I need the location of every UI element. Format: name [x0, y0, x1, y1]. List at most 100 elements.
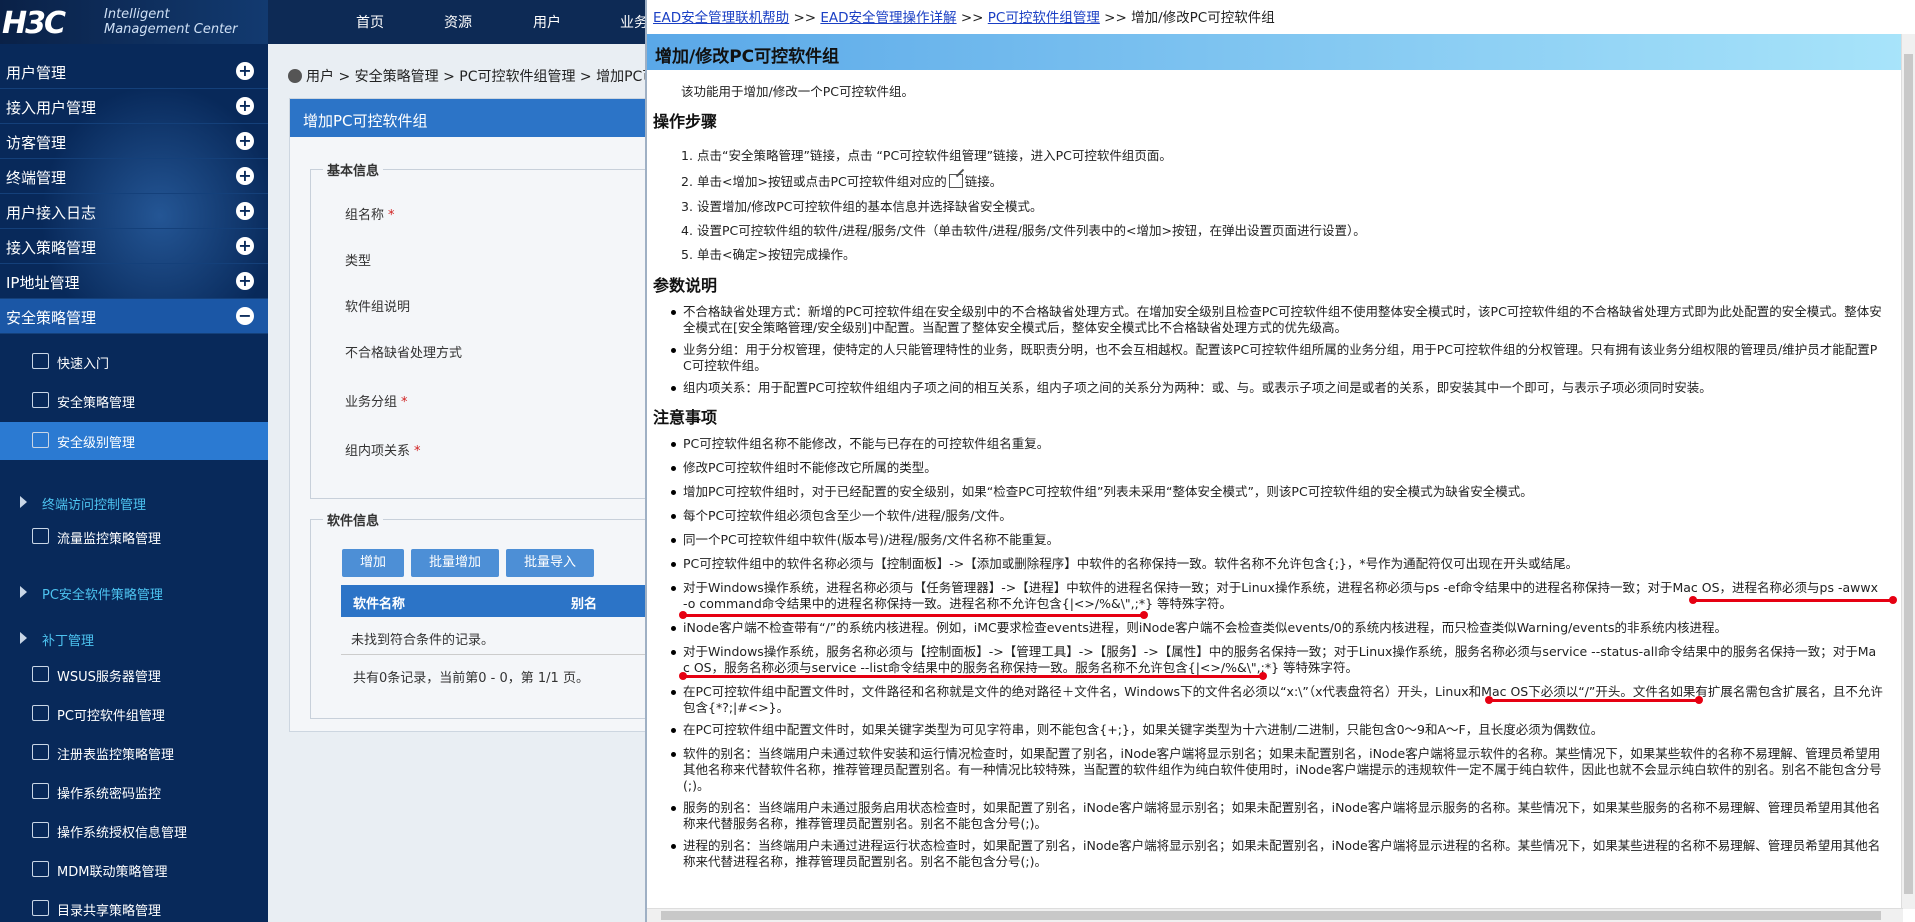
- help-title: 增加/修改PC可控软件组: [655, 47, 840, 67]
- sidebar-sub-quickstart[interactable]: 快速入门: [0, 343, 268, 381]
- topnav-user[interactable]: 用户: [533, 12, 561, 32]
- param-item: 业务分组：用于分权管理，使特定的人只能管理特性的业务，既职责分明，也不会互相越权…: [671, 342, 1893, 374]
- help-vertical-scrollbar[interactable]: [1901, 34, 1915, 909]
- note-text: 对于Windows操作系统，进程名称必须与【任务管理器】->【进程】中软件的进程…: [683, 580, 1878, 611]
- logo-line2: Management Center: [104, 22, 238, 37]
- expand-arrow-icon[interactable]: [20, 586, 27, 598]
- param-item: 组内项关系：用于配置PC可控软件组组内子项之间的相互关系，组内子项之间的关系分为…: [671, 380, 1893, 396]
- col-software-name[interactable]: 软件名称: [353, 593, 405, 612]
- plus-icon[interactable]: +: [236, 272, 254, 290]
- annotation-dot: [1889, 596, 1897, 604]
- help-window: EAD安全管理联机帮助 >> EAD安全管理操作详解 >> PC可控软件组管理 …: [645, 0, 1915, 922]
- sidebar-item-guest[interactable]: 访客管理 +: [0, 124, 268, 159]
- sidebar-group-patch[interactable]: 补丁管理: [0, 620, 268, 658]
- app-window: H3C Intelligent Management Center 首页 资源 …: [0, 0, 1915, 922]
- sidebar-sub-traffic-monitor[interactable]: 流量监控策略管理: [0, 518, 268, 556]
- panel-title: 增加PC可控软件组: [290, 99, 648, 137]
- field-type: 类型: [345, 250, 371, 269]
- add-button[interactable]: 增加: [342, 549, 404, 577]
- mdm-icon: [32, 861, 49, 877]
- field-description: 软件组说明: [345, 296, 410, 315]
- note-item: 服务的别名：当终端用户未通过服务启用状态检查时，如果配置了别名，iNode客户端…: [671, 800, 1893, 832]
- scroll-thumb[interactable]: [661, 911, 1881, 920]
- annotation-dot: [1485, 696, 1493, 704]
- sidebar-sub-label: 目录共享策略管理: [57, 904, 162, 919]
- note-item: 在PC可控软件组中配置文件时，如果关键字类型为可见字符串，则不能包含{+;}，如…: [671, 722, 1893, 738]
- sidebar-sub-label: 终端访问控制管理: [42, 498, 147, 513]
- sidebar-sub-mdm[interactable]: MDM联动策略管理: [0, 851, 268, 889]
- minus-icon[interactable]: −: [236, 307, 254, 325]
- help-horizontal-scrollbar[interactable]: [647, 908, 1903, 922]
- logo-mark: H3C: [2, 6, 66, 41]
- crumb-current: 增加/修改PC可控软件组: [1131, 10, 1275, 26]
- sidebar-sub-pc-software-group[interactable]: PC可控软件组管理: [0, 695, 268, 733]
- sidebar-item-label: 安全策略管理: [6, 309, 97, 327]
- sidebar-sub-registry[interactable]: 注册表监控策略管理: [0, 734, 268, 772]
- plus-icon[interactable]: +: [236, 237, 254, 255]
- sidebar-sub-security-level[interactable]: 安全级别管理: [0, 422, 268, 460]
- sidebar-sub-label: 操作系统密码监控: [57, 787, 162, 802]
- plus-icon[interactable]: +: [236, 62, 254, 80]
- sidebar-sub-label: PC可控软件组管理: [57, 709, 165, 724]
- annotation-underline: [683, 675, 1263, 678]
- sidebar-sub-os-license[interactable]: 操作系统授权信息管理: [0, 812, 268, 850]
- sidebar-sub-wsus[interactable]: WSUS服务器管理: [0, 656, 268, 694]
- sidebar-item-ip[interactable]: IP地址管理 +: [0, 264, 268, 299]
- sidebar-sub-os-password[interactable]: 操作系统密码监控: [0, 773, 268, 811]
- topnav-service[interactable]: 业务: [620, 12, 648, 32]
- sidebar-item-user-mgmt[interactable]: 用户管理 +: [0, 54, 268, 89]
- note-text: PC可控软件组中的软件名称必须与【控制面板】->【添加或删除程序】中软件的名称保…: [683, 556, 1579, 571]
- sidebar-item-security-policy[interactable]: 安全策略管理 −: [0, 299, 268, 334]
- monitor-icon: [32, 528, 49, 544]
- sidebar-item-access-policy[interactable]: 接入策略管理 +: [0, 229, 268, 264]
- note-item: 增加PC可控软件组时，对于已经配置的安全级别，如果“检查PC可控软件组”列表未采…: [671, 484, 1893, 500]
- scroll-thumb[interactable]: [1904, 54, 1913, 894]
- sidebar-item-terminal[interactable]: 终端管理 +: [0, 159, 268, 194]
- sidebar-group-pc-security[interactable]: PC安全软件策略管理: [0, 574, 268, 612]
- plus-icon[interactable]: +: [236, 167, 254, 185]
- help-link-software-group[interactable]: PC可控软件组管理: [988, 10, 1100, 26]
- help-link-operation-detail[interactable]: EAD安全管理操作详解: [820, 10, 956, 26]
- step-text: 单击<增加>按钮或点击PC可控软件组对应的: [697, 174, 947, 189]
- expand-arrow-icon[interactable]: [20, 496, 27, 508]
- plus-icon[interactable]: +: [236, 97, 254, 115]
- sidebar-sub-label: 操作系统授权信息管理: [57, 826, 188, 841]
- server-icon: [32, 666, 49, 682]
- h3c-logo[interactable]: H3C Intelligent Management Center: [0, 0, 268, 44]
- required-mark: *: [414, 444, 421, 459]
- plus-icon[interactable]: +: [236, 132, 254, 150]
- sidebar-sub-security-policy[interactable]: 安全策略管理: [0, 382, 268, 420]
- note-item: PC可控软件组中的软件名称必须与【控制面板】->【添加或删除程序】中软件的名称保…: [671, 556, 1893, 572]
- logo-line1: Intelligent: [104, 7, 170, 22]
- expand-arrow-icon[interactable]: [20, 632, 27, 644]
- help-content: 该功能用于增加/修改一个PC可控软件组。 操作步骤 1. 点击“安全策略管理”链接…: [653, 78, 1903, 868]
- batch-add-button[interactable]: 批量增加: [411, 549, 499, 577]
- sidebar-sub-dir-share[interactable]: 目录共享策略管理: [0, 890, 268, 922]
- field-group-name: 组名称 *: [345, 204, 395, 223]
- form-panel: 增加PC可控软件组 基本信息 组名称 * 类型 软件组说明 不合格缺省处理方式 业…: [289, 98, 670, 732]
- note-text: 软件的别名：当终端用户未通过软件安装和运行情况检查时，如果配置了别名，iNode…: [683, 746, 1882, 793]
- field-item-relation: 组内项关系 *: [345, 440, 421, 459]
- sidebar-item-access-log[interactable]: 用户接入日志 +: [0, 194, 268, 229]
- software-table-header: 软件名称 别名: [341, 585, 661, 617]
- topnav-home[interactable]: 首页: [356, 12, 384, 32]
- sidebar-sub-label: 安全级别管理: [57, 436, 136, 451]
- sidebar-item-access-user[interactable]: 接入用户管理 +: [0, 89, 268, 124]
- sidebar-item-label: 接入用户管理: [6, 99, 97, 117]
- batch-import-button[interactable]: 批量导入: [506, 549, 594, 577]
- col-alias[interactable]: 别名: [571, 593, 597, 612]
- breadcrumb: 用户 > 安全策略管理 > PC可控软件组管理 > 增加PC可控: [288, 66, 670, 86]
- step-text-suffix: 链接。: [964, 174, 1003, 189]
- param-text: 业务分组：用于分权管理，使特定的人只能管理特性的业务，既职责分明，也不会互相越权…: [683, 342, 1878, 373]
- pager-text: 共有0条记录，当前第0 - 0，第 1/1 页。: [353, 671, 589, 686]
- note-text: 同一个PC可控软件组中软件(版本号)/进程/服务/文件名称不能重复。: [683, 532, 1060, 547]
- help-breadcrumb: EAD安全管理联机帮助 >> EAD安全管理操作详解 >> PC可控软件组管理 …: [653, 6, 1275, 26]
- help-link-online-help[interactable]: EAD安全管理联机帮助: [653, 10, 789, 26]
- field-label: 类型: [345, 254, 372, 269]
- sidebar-group-terminal-access[interactable]: 终端访问控制管理: [0, 484, 268, 522]
- note-text: 增加PC可控软件组时，对于已经配置的安全级别，如果“检查PC可控软件组”列表未采…: [683, 484, 1533, 499]
- plus-icon[interactable]: +: [236, 202, 254, 220]
- note-text: iNode客户端不检查带有“/”的系统内核进程。例如，iMC要求检查events…: [683, 620, 1727, 635]
- topnav-resource[interactable]: 资源: [444, 12, 472, 32]
- params-heading: 参数说明: [653, 276, 718, 295]
